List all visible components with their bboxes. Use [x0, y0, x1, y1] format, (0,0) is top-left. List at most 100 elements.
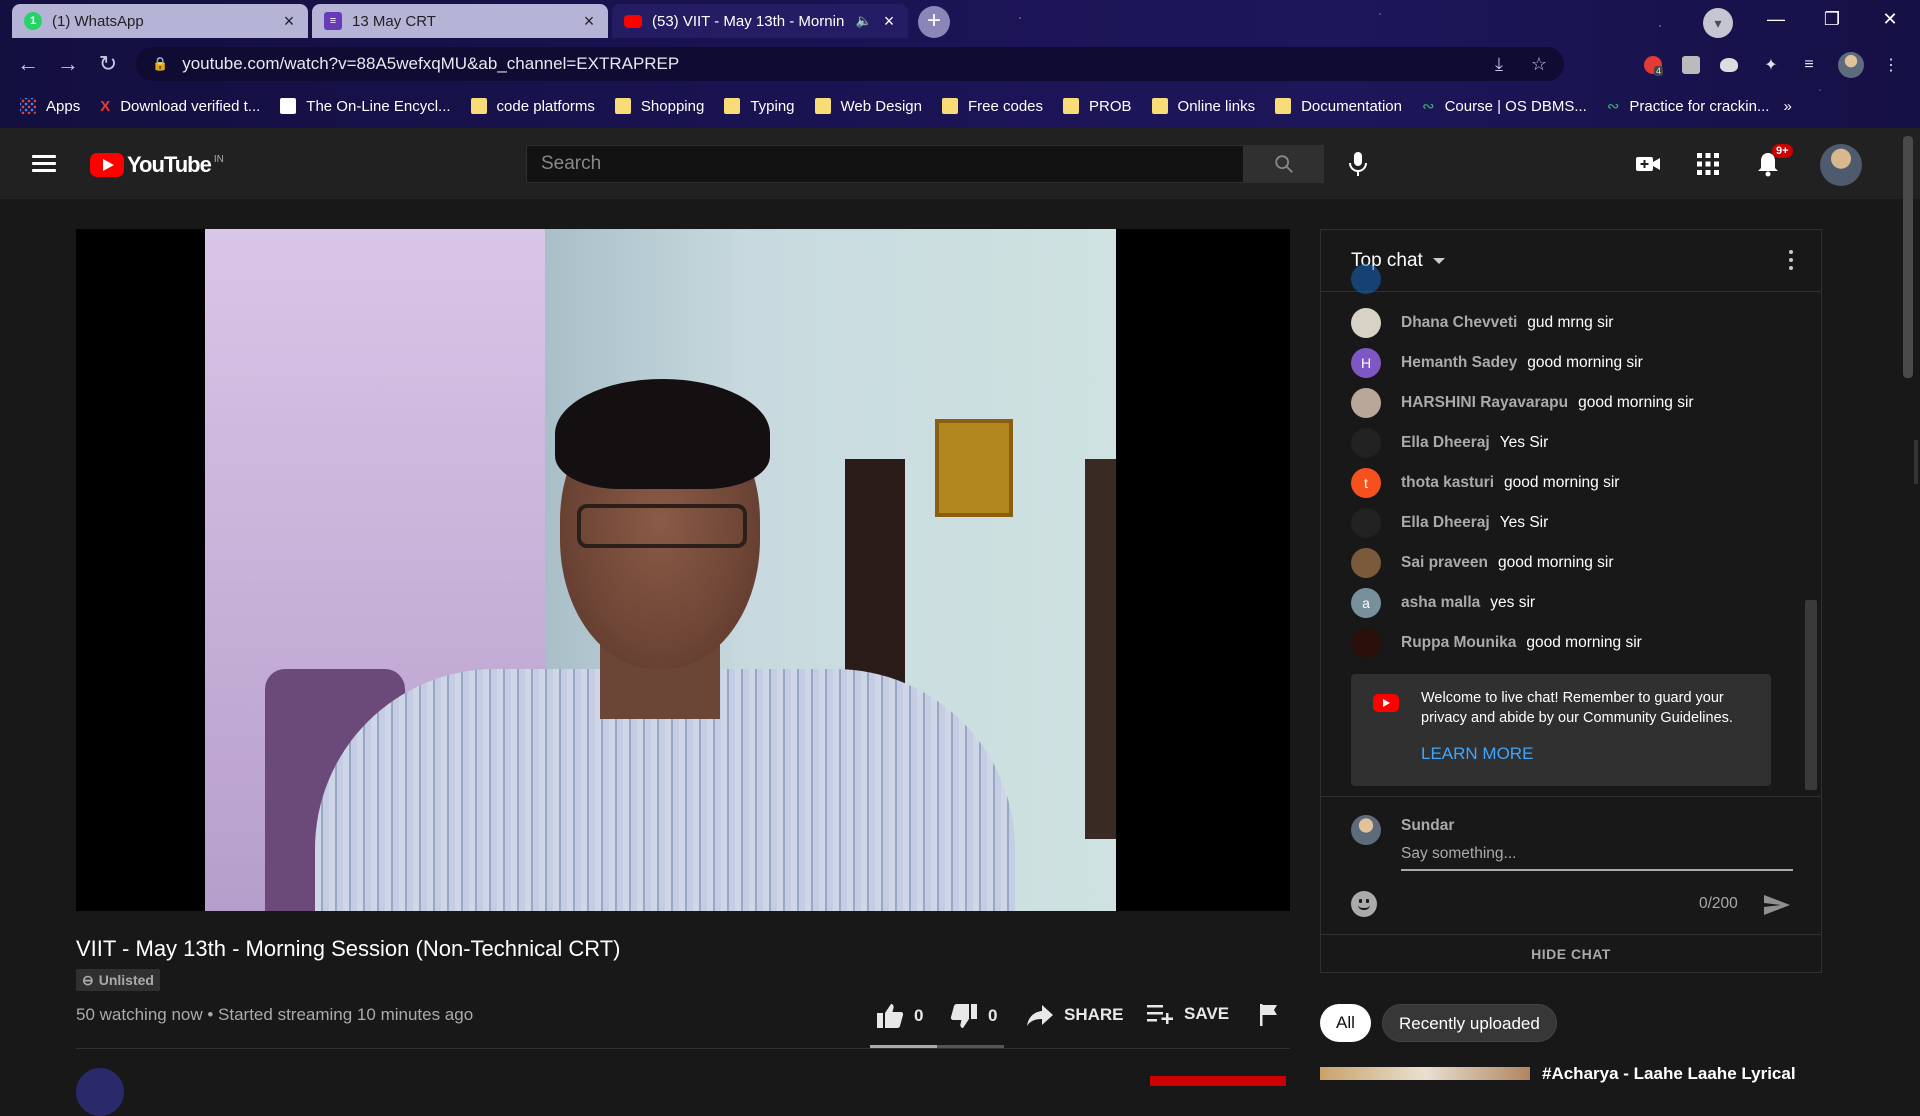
back-button[interactable]: ← — [14, 50, 42, 78]
emoji-icon[interactable] — [1351, 891, 1377, 917]
media-control-icon[interactable]: ≡ — [1796, 52, 1822, 78]
more-options-icon[interactable] — [1789, 250, 1795, 274]
extension-octopus-icon[interactable] — [1716, 52, 1742, 78]
welcome-banner: Welcome to live chat! Remember to guard … — [1351, 674, 1771, 786]
voice-search-button[interactable] — [1344, 150, 1372, 178]
report-button[interactable] — [1258, 1003, 1290, 1027]
chat-message-input[interactable]: Say something... — [1401, 841, 1793, 871]
close-tab-icon[interactable]: × — [580, 11, 598, 32]
link-icon: ⊖ — [82, 971, 94, 988]
x-icon: X — [100, 97, 111, 115]
lock-icon[interactable]: 🔒 — [152, 56, 168, 72]
bookmark-folder-documentation[interactable]: Documentation — [1275, 98, 1402, 115]
dislike-button[interactable]: 0 — [950, 1003, 997, 1029]
bookmark-practice[interactable]: ∾ Practice for crackin... — [1607, 97, 1770, 116]
chat-message[interactable]: Dhana Chevveti gud mrng sir — [1351, 308, 1613, 338]
tab-13-may-crt[interactable]: ≡ 13 May CRT × — [312, 4, 608, 38]
chip-recently-uploaded[interactable]: Recently uploaded — [1382, 1004, 1557, 1042]
bookmark-star-icon[interactable]: ☆ — [1524, 54, 1554, 75]
tab-youtube-video[interactable]: (53) VIIT - May 13th - Mornin 🔈 × — [612, 4, 908, 38]
forward-button[interactable]: → — [54, 50, 82, 78]
bookmark-folder-typing[interactable]: Typing — [724, 98, 795, 115]
restore-button[interactable]: ❐ — [1804, 0, 1860, 40]
chip-all[interactable]: All — [1320, 1004, 1371, 1042]
extension-image-icon[interactable] — [1678, 52, 1704, 78]
user-avatar: H — [1351, 348, 1381, 378]
browser-menu-icon[interactable]: ⋮ — [1878, 52, 1904, 78]
chat-message[interactable]: Ruppa Mounika good morning sir — [1351, 628, 1642, 658]
extension-adblock-icon[interactable]: 4 — [1640, 52, 1666, 78]
create-video-button[interactable] — [1634, 150, 1662, 178]
like-button[interactable]: 0 — [876, 1003, 923, 1029]
folder-icon — [614, 98, 631, 114]
chat-scrollbar[interactable] — [1805, 600, 1817, 790]
chat-message[interactable]: H Hemanth Sadey good morning sir — [1351, 348, 1643, 378]
bookmark-folder-web-design[interactable]: Web Design — [814, 98, 922, 115]
bookmark-label: Free codes — [967, 97, 1044, 115]
learn-more-link[interactable]: LEARN MORE — [1421, 744, 1533, 764]
chat-message[interactable]: Sai praveen good morning sir — [1351, 548, 1613, 578]
country-code: IN — [213, 153, 224, 165]
share-button[interactable]: SHARE — [1026, 1003, 1124, 1027]
chat-message[interactable] — [1351, 264, 1381, 294]
message-author: Ella Dheeraj — [1401, 434, 1490, 451]
minimize-button[interactable]: — — [1748, 0, 1804, 40]
tab-whatsapp[interactable]: 1 (1) WhatsApp × — [12, 4, 308, 38]
apps-grid-icon — [20, 98, 36, 114]
more-bookmarks-button[interactable]: » — [1783, 98, 1791, 115]
search-button[interactable] — [1244, 145, 1324, 183]
bookmark-folder-free-codes[interactable]: Free codes — [941, 97, 1044, 115]
bookmark-oeis[interactable]: The On-Line Encycl... — [280, 98, 451, 115]
account-avatar[interactable] — [1820, 144, 1862, 186]
hide-chat-button[interactable]: HIDE CHAT — [1321, 934, 1821, 973]
chat-message[interactable]: Ella Dheeraj Yes Sir — [1351, 508, 1548, 538]
chat-message[interactable]: Ella Dheeraj Yes Sir — [1351, 428, 1548, 458]
bookmark-folder-code-platforms[interactable]: code platforms — [470, 98, 595, 115]
chat-message[interactable]: HARSHINI Rayavarapu good morning sir — [1351, 388, 1694, 418]
profile-avatar[interactable] — [1838, 52, 1864, 78]
chat-message[interactable]: t thota kasturi good morning sir — [1351, 468, 1619, 498]
channel-avatar[interactable] — [76, 1068, 124, 1116]
youtube-logo[interactable]: YouTube IN — [90, 152, 224, 178]
search-input[interactable]: Search — [526, 145, 1244, 183]
video-frame — [205, 229, 1116, 911]
bookmark-download-verified[interactable]: X Download verified t... — [100, 98, 260, 115]
extensions-puzzle-icon[interactable]: ✦ — [1758, 52, 1784, 78]
current-user-avatar — [1351, 815, 1381, 845]
subscribe-button[interactable] — [1150, 1076, 1286, 1086]
install-icon[interactable]: ⤓ — [1484, 54, 1514, 75]
close-tab-icon[interactable]: × — [280, 11, 298, 32]
toolbar: ← → ↻ 🔒 youtube.com/watch?v=88A5wefxqMU&… — [0, 42, 1920, 86]
page-scrollbar[interactable] — [1903, 136, 1913, 378]
video-scene-hair — [555, 379, 770, 489]
bookmark-label: Documentation — [1301, 97, 1402, 115]
search-icon — [1275, 155, 1293, 173]
user-avatar — [1351, 308, 1381, 338]
bookmark-folder-online-links[interactable]: Online links — [1151, 98, 1255, 115]
address-bar[interactable]: 🔒 youtube.com/watch?v=88A5wefxqMU&ab_cha… — [136, 47, 1564, 81]
save-button[interactable]: SAVE — [1146, 1003, 1229, 1025]
bookmark-folder-prob[interactable]: PROB — [1063, 98, 1132, 115]
tab-search-icon[interactable]: ▾ — [1703, 8, 1733, 38]
chat-input-area: Sundar Say something... 0/200 — [1321, 796, 1821, 935]
close-window-button[interactable]: ✕ — [1862, 0, 1918, 40]
bookmark-course-os-dbms[interactable]: ∾ Course | OS DBMS... — [1422, 97, 1587, 116]
reload-button[interactable]: ↻ — [94, 50, 122, 78]
video-player[interactable] — [76, 229, 1290, 911]
speaker-icon[interactable]: 🔈 — [856, 13, 872, 29]
char-counter: 0/200 — [1699, 895, 1738, 912]
apps-button[interactable] — [1694, 150, 1722, 178]
recommendation-title[interactable]: #Acharya - Laahe Laahe Lyrical — [1542, 1064, 1796, 1084]
live-chat-panel: Top chat Dhana Chevveti gud mrng sir H H… — [1320, 229, 1822, 973]
recommendation-thumbnail[interactable] — [1320, 1067, 1530, 1080]
menu-icon[interactable] — [32, 155, 56, 173]
welcome-text: Welcome to live chat! Remember to guard … — [1421, 690, 1733, 726]
bookmark-folder-shopping[interactable]: Shopping — [614, 98, 704, 115]
apps-grid-icon — [1697, 153, 1719, 175]
bookmark-apps[interactable]: Apps — [20, 98, 80, 115]
close-tab-icon[interactable]: × — [880, 11, 898, 32]
message-text: good morning sir — [1526, 634, 1642, 651]
send-button[interactable] — [1763, 893, 1791, 922]
new-tab-button[interactable]: + — [918, 6, 950, 38]
chat-message[interactable]: a asha malla yes sir — [1351, 588, 1535, 618]
